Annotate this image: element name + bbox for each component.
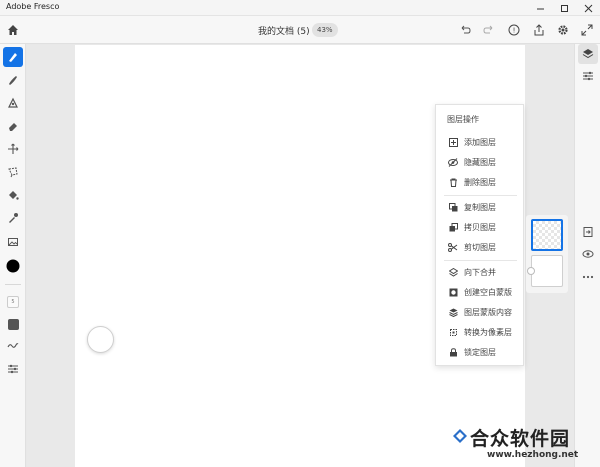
visibility-icon[interactable] [578, 244, 598, 264]
create-mask-icon [448, 287, 458, 297]
layers-icon[interactable] [578, 44, 598, 64]
image-icon[interactable] [3, 232, 23, 252]
merge-down-menu-item[interactable]: 向下合并 [436, 264, 525, 280]
delete-layer-icon [448, 177, 458, 187]
layers-panel [526, 215, 568, 293]
app-title: Adobe Fresco [6, 2, 60, 11]
home-icon[interactable] [4, 21, 22, 39]
layer-actions-menu: 图层操作 添加图层 隐藏图层 删除图层 复制图层 拷贝图层 剪切图层 向下合并 … [435, 104, 524, 366]
more-options-icon[interactable] [578, 267, 598, 287]
layer-thumbnail-active[interactable] [531, 219, 563, 251]
watermark-logo [452, 428, 468, 444]
move-icon[interactable] [3, 139, 23, 159]
layer-actions-title: 图层操作 [447, 115, 479, 124]
menu-divider [444, 195, 517, 196]
mask-content-menu-item[interactable]: 图层蒙版内容 [436, 304, 525, 320]
copy-layer-menu-item[interactable]: 拷贝图层 [436, 219, 525, 235]
menu-item-label: 剪切图层 [464, 242, 496, 252]
fill-icon[interactable] [3, 185, 23, 205]
convert-pixel-icon [448, 327, 458, 337]
import-layer-icon[interactable] [578, 222, 598, 242]
fullscreen-icon[interactable] [578, 21, 596, 39]
lock-layer-icon [448, 347, 458, 357]
copy-layer-icon [448, 222, 458, 232]
pixel-brush-icon[interactable] [3, 47, 23, 67]
share-icon[interactable] [530, 21, 548, 39]
merge-down-icon [448, 267, 458, 277]
layer-thumbnail-background[interactable] [531, 255, 563, 287]
toolbar-divider [5, 284, 21, 285]
live-brush-icon[interactable] [3, 70, 23, 90]
menu-item-label: 转换为像素层 [464, 327, 512, 337]
color-swatch[interactable] [3, 256, 23, 276]
undo-icon[interactable] [456, 21, 474, 39]
app-header: 我的文档 (5) 43% ! [0, 16, 600, 44]
eraser-icon[interactable] [3, 116, 23, 136]
menu-item-label: 复制图层 [464, 202, 496, 212]
brush-settings-icon[interactable] [3, 359, 23, 379]
help-icon[interactable]: ! [505, 21, 523, 39]
cut-layer-menu-item[interactable]: 剪切图层 [436, 239, 525, 255]
eyedropper-icon[interactable] [3, 208, 23, 228]
close-icon[interactable] [576, 0, 600, 16]
mask-content-icon [448, 307, 458, 317]
cut-layer-icon [448, 242, 458, 252]
menu-item-label: 删除图层 [464, 177, 496, 187]
menu-item-label: 创建空白蒙版 [464, 287, 512, 297]
duplicate-layer-icon [448, 202, 458, 212]
add-layer-icon [448, 137, 458, 147]
menu-divider [444, 260, 517, 261]
convert-pixel-menu-item[interactable]: 转换为像素层 [436, 324, 525, 340]
brush-cursor [87, 326, 114, 353]
menu-item-label: 锁定图层 [464, 347, 496, 357]
duplicate-layer-menu-item[interactable]: 复制图层 [436, 199, 525, 215]
delete-layer-menu-item[interactable]: 删除图层 [436, 174, 525, 190]
smoothing-icon[interactable] [3, 336, 23, 356]
watermark-brand: 合众软件园 [470, 428, 571, 450]
menu-item-label: 向下合并 [464, 267, 496, 277]
menu-item-label: 拷贝图层 [464, 222, 496, 232]
brush-flow-control[interactable] [3, 314, 23, 334]
right-toolbar [574, 44, 600, 467]
vector-brush-icon[interactable] [3, 93, 23, 113]
brush-size-control[interactable]: 5 [3, 292, 23, 312]
svg-text:!: ! [513, 27, 516, 35]
minimize-icon[interactable] [528, 0, 552, 16]
hide-layer-menu-item[interactable]: 隐藏图层 [436, 154, 525, 170]
layer-drag-handle[interactable] [527, 267, 535, 275]
document-title[interactable]: 我的文档 (5) [258, 24, 310, 37]
add-layer-menu-item[interactable]: 添加图层 [436, 134, 525, 150]
watermark-url: www.hezhong.net [487, 450, 579, 460]
layer-properties-icon[interactable] [578, 66, 598, 86]
menu-item-label: 图层蒙版内容 [464, 307, 512, 317]
lock-layer-menu-item[interactable]: 锁定图层 [436, 344, 525, 360]
redo-icon[interactable] [480, 21, 498, 39]
menu-item-label: 隐藏图层 [464, 157, 496, 167]
menu-item-label: 添加图层 [464, 137, 496, 147]
lasso-icon[interactable] [3, 162, 23, 182]
title-bar: Adobe Fresco [0, 0, 600, 16]
settings-icon[interactable] [554, 21, 572, 39]
create-mask-menu-item[interactable]: 创建空白蒙版 [436, 284, 525, 300]
maximize-icon[interactable] [552, 0, 576, 16]
zoom-level-badge[interactable]: 43% [312, 23, 338, 37]
brush-size-label: 5 [7, 296, 19, 308]
hide-layer-icon [448, 157, 458, 167]
left-toolbar: 5 [0, 44, 26, 467]
